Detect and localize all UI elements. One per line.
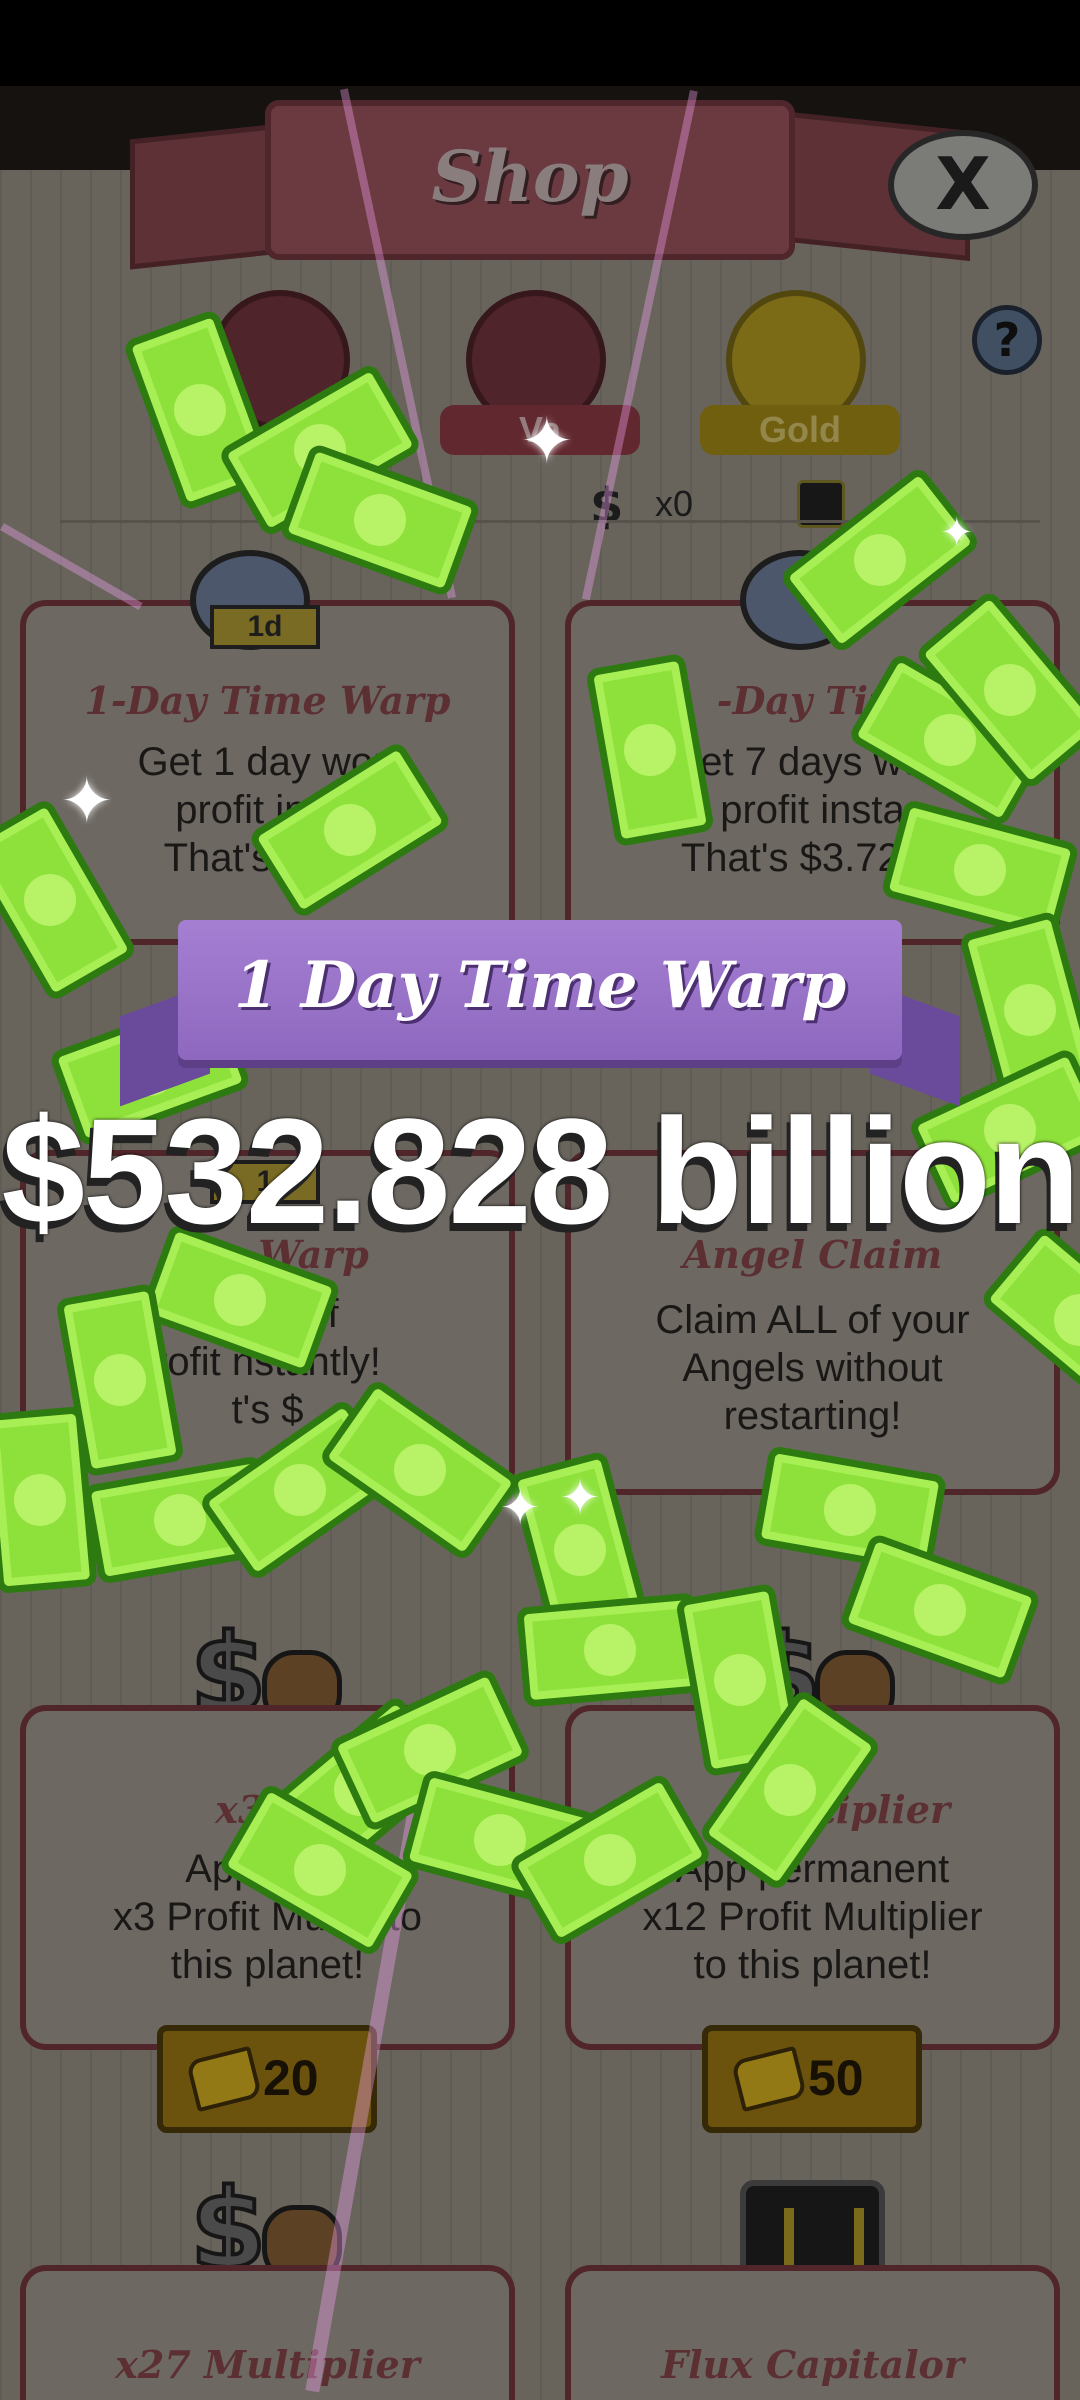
gold-gem-icon	[730, 2045, 808, 2113]
close-button[interactable]: X	[888, 130, 1038, 240]
sparkle-icon: ✦	[560, 1470, 601, 1526]
item-title: Flux Capitalor	[661, 2342, 964, 2387]
tab-gold[interactable]: Gold	[700, 405, 900, 455]
cash-count: x0	[655, 483, 694, 524]
price: 50	[808, 2050, 864, 2106]
cash-bill-icon	[0, 1405, 98, 1595]
item-description: Claim ALL of your Angels without restart…	[655, 1298, 970, 1438]
buy-button-x12[interactable]: 50	[702, 2025, 922, 2133]
status-bar	[0, 0, 1080, 86]
sparkle-icon: ✦	[940, 510, 974, 556]
price: 20	[263, 2050, 319, 2106]
reward-title: 1 Day Time Warp	[233, 948, 847, 1023]
gold-gem-icon	[185, 2045, 263, 2113]
item-title: 1-Day Time Warp	[84, 678, 451, 723]
sparkle-icon: ✦	[520, 405, 574, 479]
cash-bill-icon	[515, 1592, 705, 1708]
game-screen: Shop X ? Va Gold $ x0 1d 1-Day Time Warp…	[0, 0, 1080, 2400]
reward-amount: $532.828 billion	[1, 1087, 1080, 1255]
shop-title: Shop	[431, 135, 629, 218]
sparkle-icon: ✦	[500, 1480, 541, 1536]
help-button[interactable]: ?	[972, 305, 1042, 375]
sparkle-icon: ✦	[60, 765, 114, 839]
badge-1d: 1d	[210, 605, 320, 649]
buy-button-x3[interactable]: 20	[157, 2025, 377, 2133]
item-title: x27 Multiplier	[115, 2342, 420, 2387]
